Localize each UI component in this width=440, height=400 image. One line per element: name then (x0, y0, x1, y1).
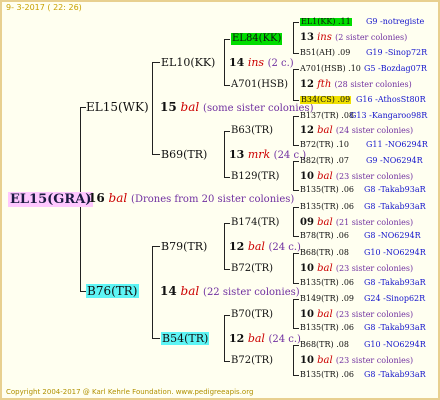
gen4-row-10: B78(TR) .06 (300, 231, 349, 240)
gen3-info-7: 10 bal (23 sister colonies) (300, 309, 414, 320)
gen4-code-3: G5 -Bozdag07R (364, 64, 427, 73)
gen2-id-3: B79(TR) (161, 240, 208, 253)
gen4-code-6: G11 -NO6294R (366, 140, 428, 149)
gen3-id-2: A701(HSB) (231, 79, 289, 90)
gen2-info-2: 13 mrk (24 c.) (229, 148, 307, 161)
report-timestamp: 9- 3-2017 ( 22: 26) (6, 3, 82, 12)
sire-queen-id: EL15(WK) (86, 100, 149, 114)
gen4-row-12: B135(TR) .06 (300, 278, 355, 287)
gen4-row-3: A701(HSB) .10 (300, 64, 361, 73)
gen4-code-7: G9 -NO6294R (366, 156, 423, 165)
dam-queen-id: B76(TR) (86, 284, 139, 298)
gen3-id-1: EL84(KK) (231, 33, 283, 45)
copyright-footer: Copyright 2004-2017 @ Karl Kehrle Founda… (6, 388, 254, 396)
gen3-info-2: 12 fth (28 sister colonies) (300, 79, 412, 90)
gen3-info-6: 10 bal (23 sister colonies) (300, 263, 414, 274)
gen4-code-16: G8 -Takab93aR (364, 370, 426, 379)
gen4-row-13: B149(TR) .09 (300, 294, 355, 303)
gen4-code-1: G9 -notregiste (366, 17, 425, 26)
gen4-row-11: B68(TR) .08 (300, 248, 349, 257)
gen4-row-6: B72(TR) .10 (300, 140, 349, 149)
gen4-code-5: G13 -Kangaroo98R (350, 111, 428, 120)
root-info: 16 bal (Drones from 20 sister colonies) (88, 191, 295, 205)
gen3-info-3: 12 bal (24 sister colonies) (300, 125, 414, 136)
gen4-code-12: G8 -Takab93aR (364, 278, 426, 287)
gen3-info-4: 10 bal (23 sister colonies) (300, 171, 414, 182)
gen2-id-1: EL10(KK) (161, 56, 216, 69)
gen4-row-8: B135(TR) .06 (300, 185, 355, 194)
gen4-row-1: EL1(KK) .11 (300, 17, 352, 26)
gen4-row-14: B135(TR) .06 (300, 323, 355, 332)
gen3-id-6: B72(TR) (231, 263, 274, 274)
gen4-row-7: B82(TR) .07 (300, 156, 349, 165)
gen3-id-7: B70(TR) (231, 309, 274, 320)
gen4-code-13: G24 -Sinop62R (364, 294, 426, 303)
gen4-code-15: G10 -NO6294R (364, 340, 426, 349)
gen4-row-15: B68(TR) .08 (300, 340, 349, 349)
gen4-row-16: B135(TR) .06 (300, 370, 355, 379)
gen4-code-2: G19 -Sinop72R (366, 48, 428, 57)
gen4-code-4: G16 -AthosSt80R (356, 95, 426, 104)
sire-info: 15 bal (some sister colonies) (160, 100, 314, 114)
dam-info: 14 bal (22 sister colonies) (160, 284, 300, 298)
gen3-id-5: B174(TR) (231, 217, 280, 228)
root-queen-id: EL15(GRA) (8, 192, 94, 207)
gen4-code-14: G8 -Takab93aR (364, 323, 426, 332)
gen4-code-10: G8 -NO6294R (364, 231, 421, 240)
gen4-code-8: G8 -Takab93aR (364, 185, 426, 194)
gen2-id-4: B54(TR) (161, 332, 210, 345)
gen4-row-5: B137(TR) .08 (300, 111, 355, 120)
gen3-id-3: B63(TR) (231, 125, 274, 136)
gen3-id-4: B129(TR) (231, 171, 280, 182)
gen2-id-2: B69(TR) (161, 148, 208, 161)
gen4-row-2: B51(AH) .09 (300, 48, 351, 57)
gen4-code-11: G10 -NO6294R (364, 248, 426, 257)
gen3-id-8: B72(TR) (231, 355, 274, 366)
gen4-row-4: B34(CS) .09 (300, 95, 352, 104)
gen2-info-3: 12 bal (24 c.) (229, 240, 301, 253)
gen4-row-9: B135(TR) .06 (300, 202, 355, 211)
gen2-info-4: 12 bal (24 c.) (229, 332, 301, 345)
gen3-info-5: 09 bal (21 sister colonies) (300, 217, 414, 228)
gen3-info-1: 13 ins (2 sister colonies) (300, 32, 408, 43)
gen3-info-8: 10 bal (23 sister colonies) (300, 355, 414, 366)
gen2-info-1: 14 ins (2 c.) (229, 56, 294, 69)
gen4-code-9: G8 -Takab93aR (364, 202, 426, 211)
